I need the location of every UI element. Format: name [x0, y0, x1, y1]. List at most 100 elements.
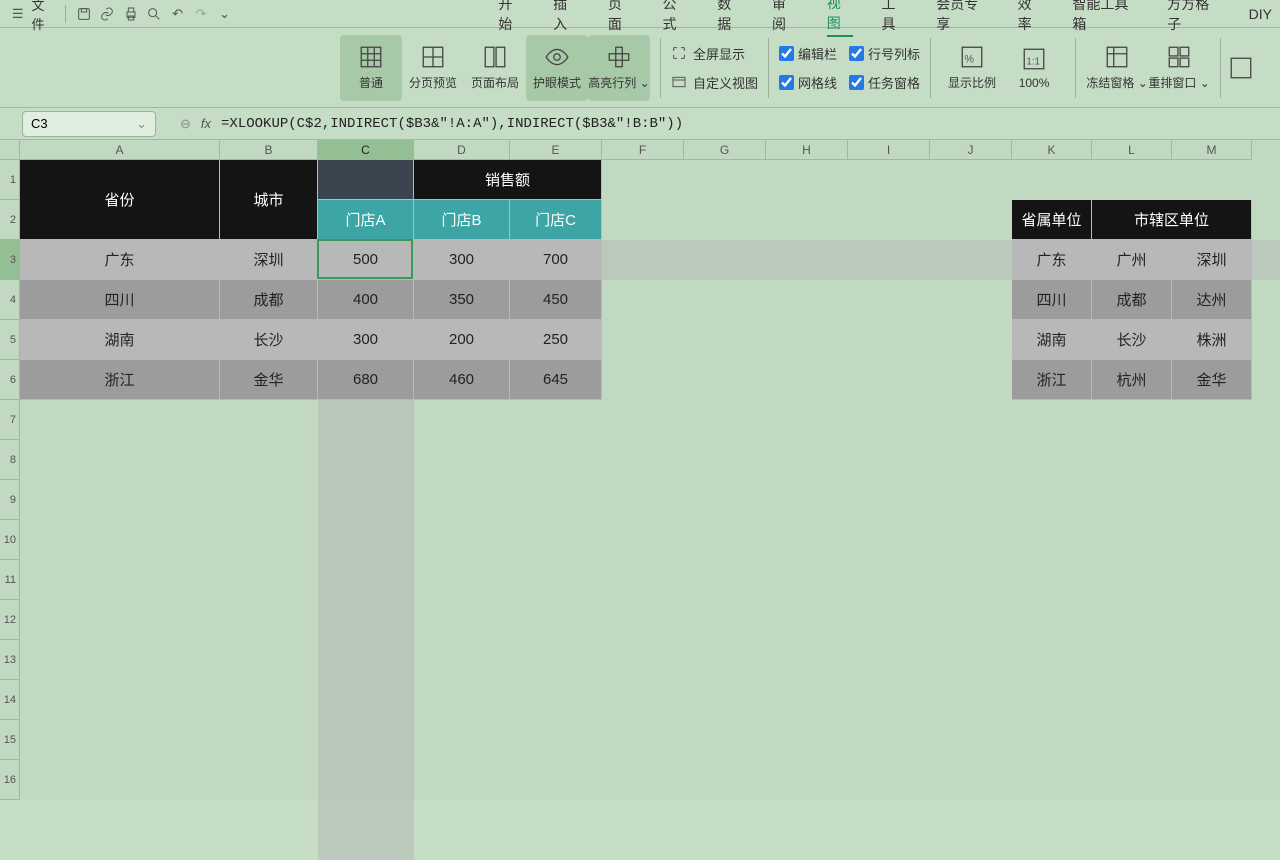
check-gridlines[interactable]: 网格线	[779, 73, 837, 92]
cell-M6[interactable]: 金华	[1172, 360, 1252, 400]
cancel-icon[interactable]: ⊖	[180, 116, 191, 132]
cell-M4[interactable]: 达州	[1172, 280, 1252, 320]
row-header-16[interactable]: 16	[0, 760, 20, 800]
view-pagelayout-button[interactable]: 页面布局	[464, 35, 526, 101]
save-icon[interactable]	[74, 4, 94, 24]
dropdown-icon[interactable]: ⌄	[215, 4, 235, 24]
zoom-button[interactable]: % 显示比例	[941, 35, 1003, 101]
formula-input[interactable]	[221, 116, 1181, 132]
cell-area[interactable]: 省份城市销售额门店A门店B门店C广东深圳500300700四川成都4003504…	[20, 160, 1280, 800]
cell-M3[interactable]: 深圳	[1172, 240, 1252, 280]
cell-M5[interactable]: 株洲	[1172, 320, 1252, 360]
menu-start[interactable]: 开始	[498, 0, 525, 36]
menu-fangfang[interactable]: 方方格子	[1167, 0, 1220, 36]
row-header-6[interactable]: 6	[0, 360, 20, 400]
col-header-B[interactable]: B	[220, 140, 318, 160]
col-header-I[interactable]: I	[848, 140, 930, 160]
cell-K6[interactable]: 浙江	[1012, 360, 1092, 400]
menu-efficiency[interactable]: 效率	[1018, 0, 1045, 36]
col-header-F[interactable]: F	[602, 140, 684, 160]
cell-E6[interactable]: 645	[510, 360, 602, 400]
name-box[interactable]: C3 ⌄	[22, 111, 156, 137]
cell-D3[interactable]: 300	[414, 240, 510, 280]
row-header-3[interactable]: 3	[0, 240, 20, 280]
row-header-5[interactable]: 5	[0, 320, 20, 360]
cell-A4[interactable]: 四川	[20, 280, 220, 320]
cell-L2[interactable]: 市辖区单位	[1092, 200, 1252, 240]
col-header-M[interactable]: M	[1172, 140, 1252, 160]
cell-C2[interactable]: 门店A	[318, 200, 414, 240]
cell-L3[interactable]: 广州	[1092, 240, 1172, 280]
cell-L6[interactable]: 杭州	[1092, 360, 1172, 400]
menu-review[interactable]: 审阅	[772, 0, 799, 36]
view-pagebreak-button[interactable]: 分页预览	[402, 35, 464, 101]
row-header-4[interactable]: 4	[0, 280, 20, 320]
col-header-L[interactable]: L	[1092, 140, 1172, 160]
col-header-D[interactable]: D	[414, 140, 510, 160]
menu-view[interactable]: 视图	[827, 0, 854, 37]
cell-D2[interactable]: 门店B	[414, 200, 510, 240]
select-all-corner[interactable]	[0, 140, 20, 160]
spreadsheet-grid[interactable]: ABCDEFGHIJKLM 12345678910111213141516 省份…	[0, 140, 1280, 800]
menu-insert[interactable]: 插入	[553, 0, 580, 36]
fx-icon[interactable]: fx	[201, 116, 211, 131]
cell-A3[interactable]: 广东	[20, 240, 220, 280]
cell-L5[interactable]: 长沙	[1092, 320, 1172, 360]
cell-A1[interactable]: 省份	[20, 160, 220, 240]
col-header-C[interactable]: C	[318, 140, 414, 160]
cell-C4[interactable]: 400	[318, 280, 414, 320]
view-highlight-button[interactable]: 高亮行列 ⌄	[588, 35, 650, 101]
cell-C1[interactable]	[318, 160, 414, 200]
row-header-15[interactable]: 15	[0, 720, 20, 760]
row-header-12[interactable]: 12	[0, 600, 20, 640]
fullscreen-button[interactable]: 全屏显示	[671, 44, 758, 63]
cell-B5[interactable]: 长沙	[220, 320, 318, 360]
cell-E2[interactable]: 门店C	[510, 200, 602, 240]
cell-B1[interactable]: 城市	[220, 160, 318, 240]
cell-K2[interactable]: 省属单位	[1012, 200, 1092, 240]
zoom-100-button[interactable]: 1:1 100%	[1003, 35, 1065, 101]
row-header-11[interactable]: 11	[0, 560, 20, 600]
link-icon[interactable]	[97, 4, 117, 24]
cell-D1[interactable]: 销售额	[414, 160, 602, 200]
menu-icon[interactable]: ☰	[8, 4, 28, 24]
cell-A5[interactable]: 湖南	[20, 320, 220, 360]
menu-data[interactable]: 数据	[717, 0, 744, 36]
check-rowcolhdr[interactable]: 行号列标	[849, 44, 920, 63]
menu-diy[interactable]: DIY	[1249, 4, 1272, 24]
menu-tools[interactable]: 工具	[881, 0, 908, 36]
cell-K3[interactable]: 广东	[1012, 240, 1092, 280]
cell-D5[interactable]: 200	[414, 320, 510, 360]
check-taskpane[interactable]: 任务窗格	[849, 73, 920, 92]
col-header-J[interactable]: J	[930, 140, 1012, 160]
cell-B6[interactable]: 金华	[220, 360, 318, 400]
row-header-13[interactable]: 13	[0, 640, 20, 680]
file-menu[interactable]: 文件	[32, 0, 57, 33]
row-header-14[interactable]: 14	[0, 680, 20, 720]
view-eyecare-button[interactable]: 护眼模式	[526, 35, 588, 101]
cell-C3[interactable]: 500	[318, 240, 414, 280]
view-normal-button[interactable]: 普通	[340, 35, 402, 101]
customview-button[interactable]: 自定义视图	[671, 73, 758, 92]
redo-icon[interactable]: ↷	[191, 4, 211, 24]
row-header-10[interactable]: 10	[0, 520, 20, 560]
cell-K4[interactable]: 四川	[1012, 280, 1092, 320]
more-button[interactable]	[1231, 35, 1251, 101]
cell-A6[interactable]: 浙江	[20, 360, 220, 400]
col-header-K[interactable]: K	[1012, 140, 1092, 160]
cell-K5[interactable]: 湖南	[1012, 320, 1092, 360]
col-header-G[interactable]: G	[684, 140, 766, 160]
menu-member[interactable]: 会员专享	[936, 0, 989, 36]
col-header-A[interactable]: A	[20, 140, 220, 160]
col-header-H[interactable]: H	[766, 140, 848, 160]
row-header-7[interactable]: 7	[0, 400, 20, 440]
row-header-2[interactable]: 2	[0, 200, 20, 240]
undo-icon[interactable]: ↶	[168, 4, 188, 24]
check-editbar[interactable]: 编辑栏	[779, 44, 837, 63]
menu-page[interactable]: 页面	[608, 0, 635, 36]
row-header-8[interactable]: 8	[0, 440, 20, 480]
col-header-E[interactable]: E	[510, 140, 602, 160]
arrange-windows-button[interactable]: 重排窗口 ⌄	[1148, 35, 1210, 101]
cell-C5[interactable]: 300	[318, 320, 414, 360]
row-header-1[interactable]: 1	[0, 160, 20, 200]
